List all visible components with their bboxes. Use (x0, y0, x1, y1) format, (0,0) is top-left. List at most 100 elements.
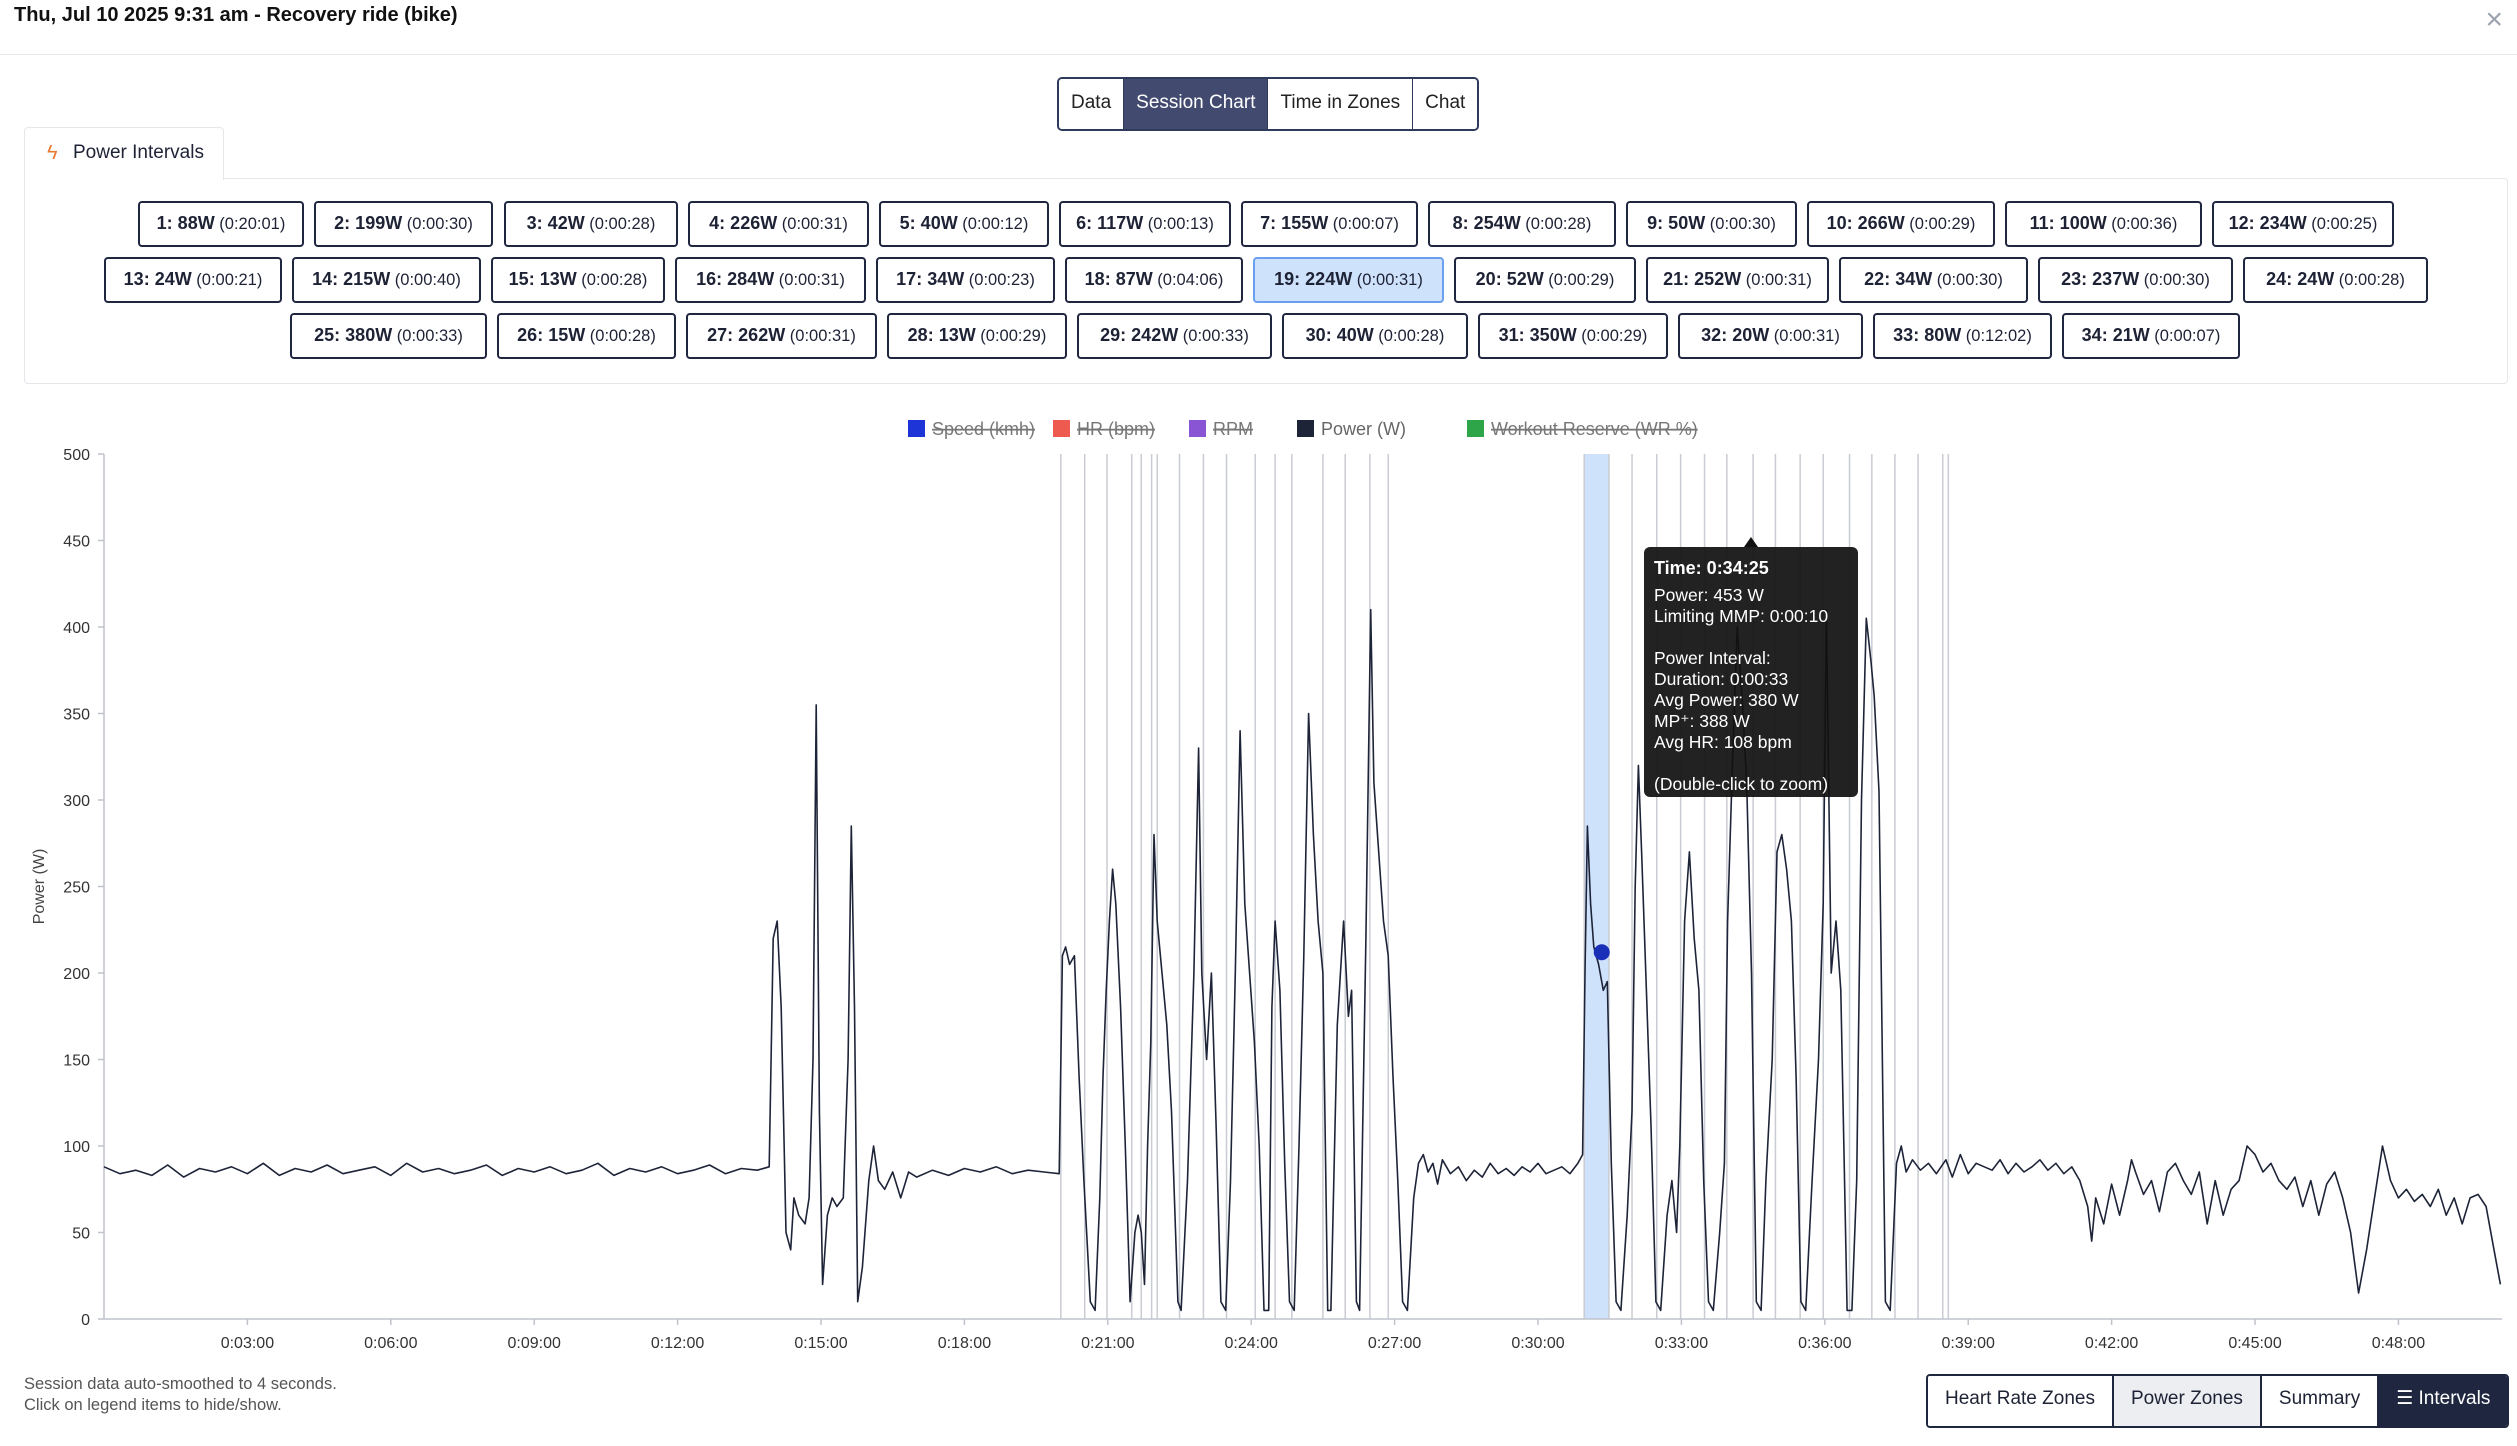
tooltip-line: Avg HR: 108 bpm (1654, 732, 1792, 752)
legend-item[interactable]: Workout Reserve (WR %) (1491, 419, 1698, 439)
x-tick-label: 0:27:00 (1368, 1335, 1421, 1352)
interval-chip-duration: (0:00:36) (2106, 215, 2178, 233)
interval-chip-power: 24: 24W (2266, 269, 2335, 289)
legend-swatch[interactable] (1297, 420, 1314, 437)
interval-chip-27[interactable]: 27: 262W (0:00:31) (686, 313, 877, 359)
interval-chip-power: 16: 284W (696, 269, 775, 289)
interval-chip-34[interactable]: 34: 21W (0:00:07) (2062, 313, 2240, 359)
x-tick-label: 0:39:00 (1942, 1335, 1995, 1352)
interval-chip-17[interactable]: 17: 34W (0:00:23) (876, 257, 1055, 303)
interval-chip-power: 34: 21W (2081, 325, 2150, 345)
interval-chip-26[interactable]: 26: 15W (0:00:28) (497, 313, 676, 359)
close-icon[interactable]: × (2485, 2, 2503, 38)
lightning-icon: ϟ (47, 142, 58, 164)
interval-chip-3[interactable]: 3: 42W (0:00:28) (504, 201, 678, 247)
interval-chip-22[interactable]: 22: 34W (0:00:30) (1839, 257, 2028, 303)
page-title: Thu, Jul 10 2025 9:31 am - Recovery ride… (14, 4, 458, 26)
power-chart[interactable]: 0 50 100 150 200 250 300 350 400 450 500 0:03:00 0:0… (0, 400, 2517, 1370)
interval-chip-12[interactable]: 12: 234W (0:00:25) (2212, 201, 2394, 247)
interval-chip-33[interactable]: 33: 80W (0:12:02) (1873, 313, 2052, 359)
interval-chip-power: 2: 199W (334, 213, 403, 233)
interval-chip-duration: (0:00:33) (1178, 327, 1249, 345)
tab-data[interactable]: Data (1059, 79, 1125, 129)
y-tick-label: 400 (63, 620, 90, 637)
legend-item[interactable]: Power (W) (1321, 419, 1406, 439)
legend-hint: Click on legend items to hide/show. (24, 1396, 282, 1414)
tab-power-intervals[interactable]: ϟ Power Intervals (24, 127, 224, 180)
interval-chip-duration: (0:00:13) (1143, 215, 1214, 233)
interval-chip-11[interactable]: 11: 100W (0:00:36) (2005, 201, 2202, 247)
interval-chip-power: 12: 234W (2228, 213, 2307, 233)
interval-chip-10[interactable]: 10: 266W (0:00:29) (1807, 201, 1995, 247)
interval-chip-duration: (0:00:29) (975, 327, 1047, 345)
interval-chip-31[interactable]: 31: 350W (0:00:29) (1478, 313, 1668, 359)
legend-swatch[interactable] (908, 420, 925, 437)
interval-chip-duration: (0:12:02) (1961, 327, 2032, 345)
interval-chip-6[interactable]: 6: 117W (0:00:13) (1059, 201, 1231, 247)
tab-power-intervals-label: Power Intervals (73, 142, 204, 163)
tooltip-line: (Double-click to zoom) (1654, 774, 1828, 794)
interval-chip-25[interactable]: 25: 380W (0:00:33) (290, 313, 487, 359)
legend-item[interactable]: Speed (kmh) (932, 419, 1035, 439)
heart-rate-zones-button[interactable]: Heart Rate Zones (1928, 1376, 2114, 1426)
intervals-button[interactable]: ☰ Intervals (2379, 1376, 2508, 1426)
interval-chip-23[interactable]: 23: 237W (0:00:30) (2038, 257, 2233, 303)
interval-chip-power: 20: 52W (1475, 269, 1544, 289)
interval-chip-1[interactable]: 1: 88W (0:20:01) (138, 201, 304, 247)
legend-swatch[interactable] (1189, 420, 1206, 437)
interval-chip-30[interactable]: 30: 40W (0:00:28) (1282, 313, 1468, 359)
footer-note: Session data auto-smoothed to 4 seconds.… (24, 1374, 337, 1416)
interval-chip-power: 5: 40W (899, 213, 958, 233)
interval-chip-29[interactable]: 29: 242W (0:00:33) (1077, 313, 1272, 359)
summary-button[interactable]: Summary (2261, 1376, 2380, 1426)
y-tick-label: 450 (63, 534, 90, 551)
interval-chip-duration: (0:00:30) (402, 215, 473, 233)
interval-chip-duration: (0:00:25) (2306, 215, 2378, 233)
interval-chip-28[interactable]: 28: 13W (0:00:29) (887, 313, 1067, 359)
interval-chip-20[interactable]: 20: 52W (0:00:29) (1454, 257, 1636, 303)
interval-chip-duration: (0:00:07) (2149, 327, 2221, 345)
interval-chip-duration: (0:00:29) (1904, 215, 1976, 233)
interval-chip-7[interactable]: 7: 155W (0:00:07) (1241, 201, 1418, 247)
interval-chip-power: 23: 237W (2061, 269, 2140, 289)
tab-chat[interactable]: Chat (1413, 79, 1478, 129)
interval-chip-power: 22: 34W (1864, 269, 1933, 289)
interval-chip-power: 32: 20W (1701, 325, 1770, 345)
interval-chip-14[interactable]: 14: 215W (0:00:40) (292, 257, 481, 303)
power-zones-button[interactable]: Power Zones (2113, 1376, 2262, 1426)
legend-item[interactable]: RPM (1213, 419, 1253, 439)
interval-chip-power: 30: 40W (1305, 325, 1374, 345)
interval-chip-8[interactable]: 8: 254W (0:00:28) (1428, 201, 1616, 247)
y-tick-label: 150 (63, 1053, 90, 1070)
interval-chip-15[interactable]: 15: 13W (0:00:28) (491, 257, 665, 303)
x-tick-label: 0:33:00 (1655, 1335, 1708, 1352)
interval-chip-duration: (0:00:31) (1769, 327, 1840, 345)
interval-chip-19[interactable]: 19: 224W (0:00:31) (1253, 257, 1444, 303)
y-tick-label: 0 (81, 1312, 90, 1329)
legend-item[interactable]: HR (bpm) (1077, 419, 1155, 439)
interval-chip-32[interactable]: 32: 20W (0:00:31) (1678, 313, 1863, 359)
interval-chip-duration: (0:00:30) (2139, 271, 2210, 289)
interval-chip-16[interactable]: 16: 284W (0:00:31) (675, 257, 866, 303)
interval-chip-duration: (0:00:33) (392, 327, 463, 345)
interval-chip-21[interactable]: 21: 252W (0:00:31) (1646, 257, 1829, 303)
interval-chip-9[interactable]: 9: 50W (0:00:30) (1626, 201, 1797, 247)
legend-swatch[interactable] (1467, 420, 1484, 437)
interval-chip-13[interactable]: 13: 24W (0:00:21) (104, 257, 282, 303)
interval-chip-duration: (0:00:30) (1932, 271, 2003, 289)
tooltip-title: Time: 0:34:25 (1654, 558, 1769, 578)
interval-chip-18[interactable]: 18: 87W (0:04:06) (1065, 257, 1243, 303)
interval-chip-4[interactable]: 4: 226W (0:00:31) (688, 201, 869, 247)
interval-chip-24[interactable]: 24: 24W (0:00:28) (2243, 257, 2428, 303)
legend-swatch[interactable] (1053, 420, 1070, 437)
y-axis-label: Power (W) (31, 849, 48, 925)
interval-chip-5[interactable]: 5: 40W (0:00:12) (879, 201, 1049, 247)
interval-chip-power: 29: 242W (1100, 325, 1179, 345)
tooltip-caret (1744, 537, 1758, 547)
interval-chip-duration: (0:00:28) (576, 271, 648, 289)
tab-session-chart[interactable]: Session Chart (1124, 79, 1269, 129)
interval-chip-2[interactable]: 2: 199W (0:00:30) (314, 201, 493, 247)
interval-chip-duration: (0:00:21) (191, 271, 263, 289)
tab-time-in-zones[interactable]: Time in Zones (1268, 79, 1414, 129)
interval-chip-power: 31: 350W (1498, 325, 1577, 345)
